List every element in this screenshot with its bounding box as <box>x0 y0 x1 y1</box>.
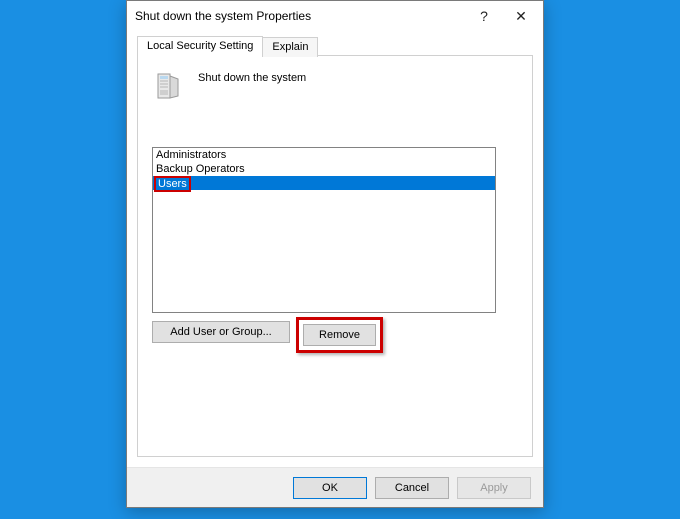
principals-listbox[interactable]: Administrators Backup Operators Users <box>152 147 496 313</box>
cancel-button[interactable]: Cancel <box>375 477 449 499</box>
annotation-highlight: Remove <box>296 317 383 353</box>
server-icon <box>152 70 184 107</box>
tab-explain[interactable]: Explain <box>262 37 318 57</box>
properties-dialog: Shut down the system Properties ? ✕ Loca… <box>126 0 544 508</box>
add-user-or-group-button[interactable]: Add User or Group... <box>152 321 290 343</box>
help-button[interactable]: ? <box>469 1 499 31</box>
tab-pane: Shut down the system Administrators Back… <box>137 55 533 457</box>
list-item-selected[interactable]: Users <box>153 176 495 190</box>
content-area: Local Security Setting Explain Shut d <box>127 31 543 467</box>
list-item[interactable]: Administrators <box>153 148 495 162</box>
annotation-highlight: Users <box>154 176 191 192</box>
apply-button: Apply <box>457 477 531 499</box>
list-actions: Add User or Group... Remove <box>152 321 518 353</box>
titlebar[interactable]: Shut down the system Properties ? ✕ <box>127 1 543 31</box>
tab-local-security-setting[interactable]: Local Security Setting <box>137 36 263 56</box>
window-title: Shut down the system Properties <box>135 9 469 23</box>
list-item[interactable]: Backup Operators <box>153 162 495 176</box>
tab-strip: Local Security Setting Explain <box>137 35 533 55</box>
remove-button[interactable]: Remove <box>303 324 376 346</box>
policy-header: Shut down the system <box>152 70 518 107</box>
dialog-footer: OK Cancel Apply <box>127 467 543 507</box>
policy-name-label: Shut down the system <box>198 70 306 84</box>
close-button[interactable]: ✕ <box>499 1 543 31</box>
ok-button[interactable]: OK <box>293 477 367 499</box>
